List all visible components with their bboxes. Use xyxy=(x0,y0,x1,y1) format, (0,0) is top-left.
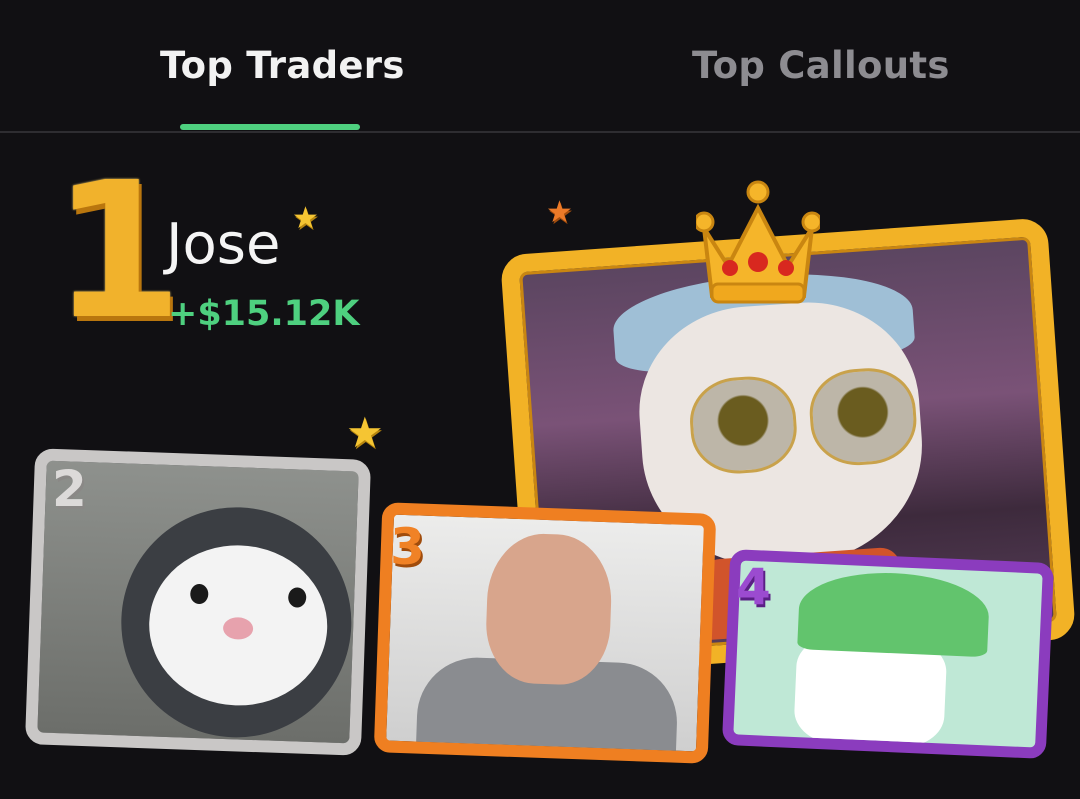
trader-card-rank-4[interactable] xyxy=(721,549,1055,759)
rank-badge-2: 2 xyxy=(52,460,87,518)
tab-top-traders[interactable]: Top Traders xyxy=(160,44,405,87)
leader-rank-number: 1 xyxy=(52,142,183,361)
leaderboard-tabs: Top Traders Top Callouts xyxy=(0,0,1080,133)
avatar-cap xyxy=(797,569,991,658)
crown-icon xyxy=(696,180,820,304)
star-icon: ★ xyxy=(346,408,384,457)
trader-card-rank-3[interactable] xyxy=(373,502,717,764)
star-icon: ★ xyxy=(292,201,319,236)
leader-name[interactable]: Jose xyxy=(166,212,280,277)
avatar-face xyxy=(484,532,614,687)
tab-top-callouts[interactable]: Top Callouts xyxy=(692,44,950,87)
active-tab-indicator xyxy=(180,124,360,130)
star-icon: ★ xyxy=(546,195,573,230)
rank-badge-3: 3 xyxy=(390,518,425,576)
rank-badge-4: 4 xyxy=(736,558,771,616)
leader-pnl: +$15.12K xyxy=(168,294,360,334)
